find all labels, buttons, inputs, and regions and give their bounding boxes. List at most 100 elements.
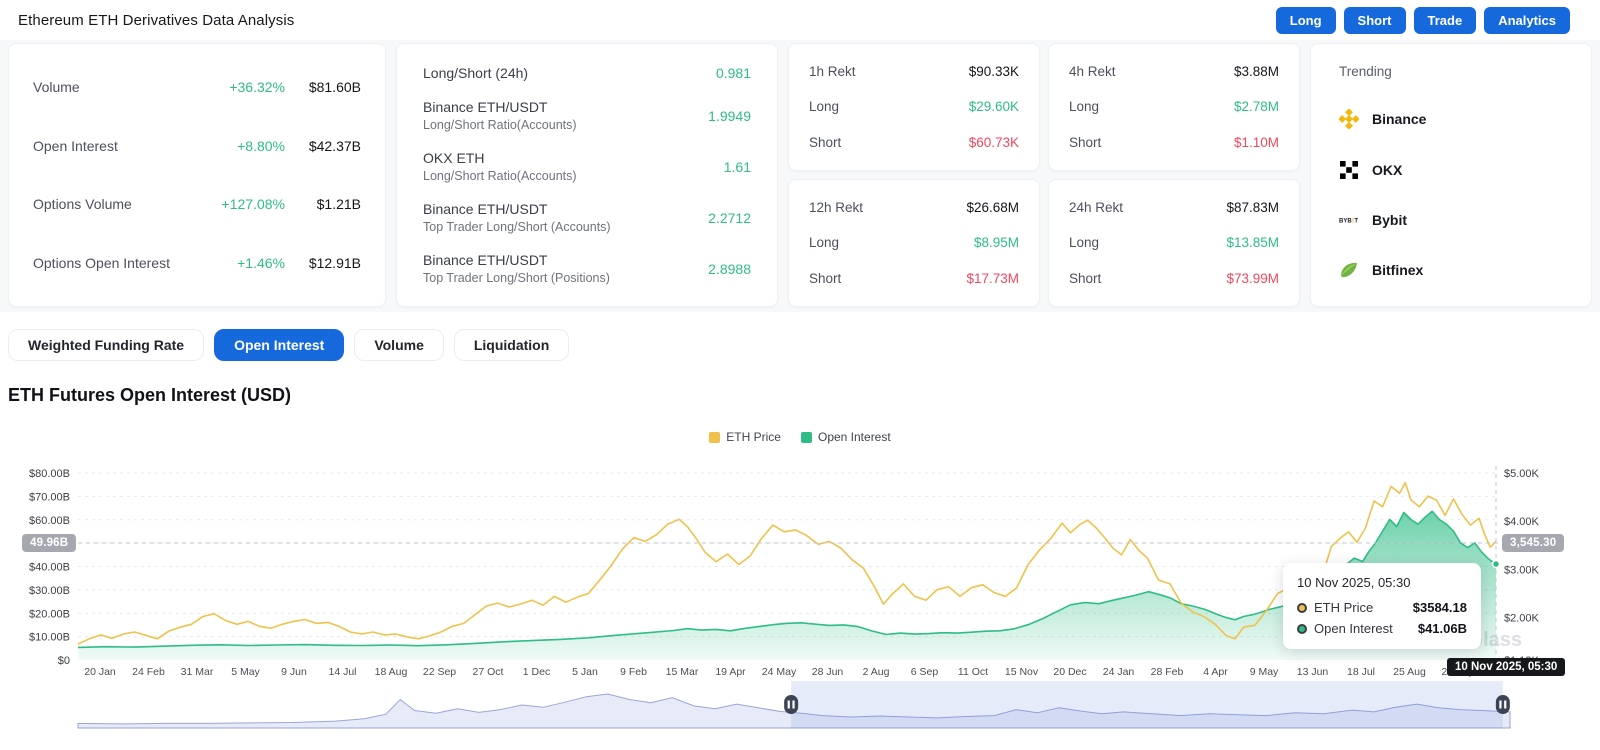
trending-item-okx[interactable]: OKX [1339,160,1563,180]
stat-change: +127.08% [221,196,285,213]
svg-text:24 May: 24 May [762,666,797,678]
navigator-handle-right[interactable] [1495,695,1510,714]
svg-text:5 May: 5 May [231,666,260,678]
tooltip-label: Open Interest [1314,621,1393,636]
svg-text:$0: $0 [58,655,70,667]
rekt-short-row: Short $60.73K [809,135,1019,150]
svg-text:2 Aug: 2 Aug [863,666,890,678]
trending-label: Trending [1339,64,1392,79]
bybit-logo-icon: BYB ! T [1339,210,1359,230]
rekt-short-value: $17.73M [966,270,1019,286]
open-interest-swatch-icon [800,431,812,443]
tooltip-value: $3584.18 [1412,600,1467,615]
rekt-total: $3.88M [1233,64,1279,80]
trending-item-binance[interactable]: Binance [1339,109,1563,130]
tab-open-interest[interactable]: Open Interest [214,329,345,361]
open-interest-marker-icon [1297,623,1307,634]
svg-text:20 Jan: 20 Jan [84,666,116,678]
rekt-period: 4h Rekt [1069,64,1116,80]
stat-change: +36.32% [229,79,285,96]
chart-legend: ETH Price Open Interest [0,430,1600,444]
svg-text:25 Aug: 25 Aug [1393,666,1426,678]
rekt-short-row: Short $1.10M [1069,135,1279,150]
svg-text:T: T [1354,218,1358,224]
svg-text:11 Oct: 11 Oct [958,666,988,678]
svg-text:$20.00B: $20.00B [29,608,70,620]
svg-text:4 Apr: 4 Apr [1203,666,1228,678]
svg-text:9 Feb: 9 Feb [620,666,647,678]
rekt-long-row: Long $8.95M [809,235,1019,250]
ratio-name: Binance ETH/USDT [423,201,548,217]
trade-button[interactable]: Trade [1413,6,1477,34]
rekt-long-row: Long $29.60K [809,99,1019,114]
navigator[interactable] [77,681,1511,729]
svg-text:22 Sep: 22 Sep [423,666,456,678]
svg-text:$40.00B: $40.00B [29,562,70,574]
svg-text:9 May: 9 May [1250,666,1279,678]
tab-volume[interactable]: Volume [354,329,444,361]
rekt-cards-grid: 1h Rekt $90.33K Long $29.60K Short $60.7… [788,43,1300,307]
ratio-sub: Long/Short Ratio(Accounts) [423,169,577,183]
tooltip-row-open-interest: Open Interest $41.06B [1297,621,1467,636]
ratio-value: 2.2712 [708,209,751,226]
ratio-name: Long/Short (24h) [423,65,529,81]
rekt-long-value: $2.78M [1233,99,1279,115]
eth-price-swatch-icon [709,431,721,443]
rekt-long-value: $8.95M [973,235,1019,251]
svg-text:$80.00B: $80.00B [29,468,70,480]
tab-weighted-funding-rate[interactable]: Weighted Funding Rate [8,329,205,361]
svg-text:15 Nov: 15 Nov [1005,666,1039,678]
tooltip-label: ETH Price [1314,600,1374,615]
svg-text:5 Jan: 5 Jan [572,666,598,678]
rekt-long-value: $29.60K [968,99,1019,115]
chart-tooltip: 10 Nov 2025, 05:30 ETH Price $3584.18 Op… [1283,563,1481,649]
rekt-short-label: Short [1069,134,1102,150]
rekt-long-value: $13.85M [1226,235,1279,251]
navigator-selection[interactable] [791,681,1503,728]
tab-liquidation[interactable]: Liquidation [453,329,570,361]
svg-text:19 Apr: 19 Apr [715,666,746,678]
stat-row-options-open-interest: Options Open Interest +1.46% $12.91B [33,255,361,271]
svg-text:31 Mar: 31 Mar [181,666,214,678]
rekt-short-label: Short [809,134,842,150]
legend-label: ETH Price [726,430,781,444]
short-button[interactable]: Short [1343,6,1406,34]
svg-text:24 Jan: 24 Jan [1103,666,1135,678]
crosshair-date-badge: 10 Nov 2025, 05:30 [1447,658,1566,676]
ratio-text: Long/Short (24h) [423,65,716,81]
svg-text:$5.00K: $5.00K [1504,468,1540,480]
legend-item-open-interest[interactable]: Open Interest [800,430,891,444]
stat-row-volume: Volume +36.32% $81.60B [33,79,361,95]
y-axis-left-labels: $80.00B $70.00B $60.00B $40.00B $30.00B $20.0… [29,468,70,667]
stat-value: $81.60B [308,79,361,96]
rekt-total: $90.33K [968,64,1019,80]
long-short-ratio-card: Long/Short (24h) 0.981 Binance ETH/USDT … [396,43,778,307]
long-button[interactable]: Long [1275,6,1336,34]
svg-text:$70.00B: $70.00B [29,491,70,503]
x-axis-labels: 20 Jan 24 Feb 31 Mar 5 May 9 Jun 14 Jul 18 Aug… [84,666,1475,678]
tooltip-date: 10 Nov 2025, 05:30 [1297,575,1411,590]
chart-area: CoinGlass$80.00B$70.00B$60.00B$40.00B$30… [0,418,1600,750]
trending-item-label: Bitfinex [1372,262,1424,278]
ratio-name: Binance ETH/USDT [423,99,548,115]
svg-text:14 Jul: 14 Jul [328,666,356,678]
analytics-button[interactable]: Analytics [1484,6,1570,34]
navigator-handle-left[interactable] [784,695,799,714]
rekt-short-value: $60.73K [968,134,1019,150]
svg-text:$3.00K: $3.00K [1504,564,1540,576]
binance-logo-icon [1339,109,1359,130]
trending-item-bybit[interactable]: BYB ! T Bybit [1339,210,1563,230]
legend-item-eth-price[interactable]: ETH Price [709,430,781,444]
rekt-total: $26.68M [966,200,1019,216]
trending-item-bitfinex[interactable]: Bitfinex [1339,260,1563,280]
rekt-short-value: $73.99M [1226,270,1279,286]
rekt-card-1h: 1h Rekt $90.33K Long $29.60K Short $60.7… [788,43,1040,171]
svg-text:$2.00K: $2.00K [1504,613,1540,625]
ratio-text: Binance ETH/USDT Top Trader Long/Short (… [423,201,708,234]
eth-price-marker-icon [1297,602,1307,613]
svg-text:1 Dec: 1 Dec [523,666,550,678]
ratio-row: OKX ETH Long/Short Ratio(Accounts) 1.61 [423,150,751,183]
trending-item-label: Bybit [1372,211,1407,228]
rekt-total-row: 12h Rekt $26.68M [809,200,1019,215]
stat-label: Open Interest [33,137,118,154]
